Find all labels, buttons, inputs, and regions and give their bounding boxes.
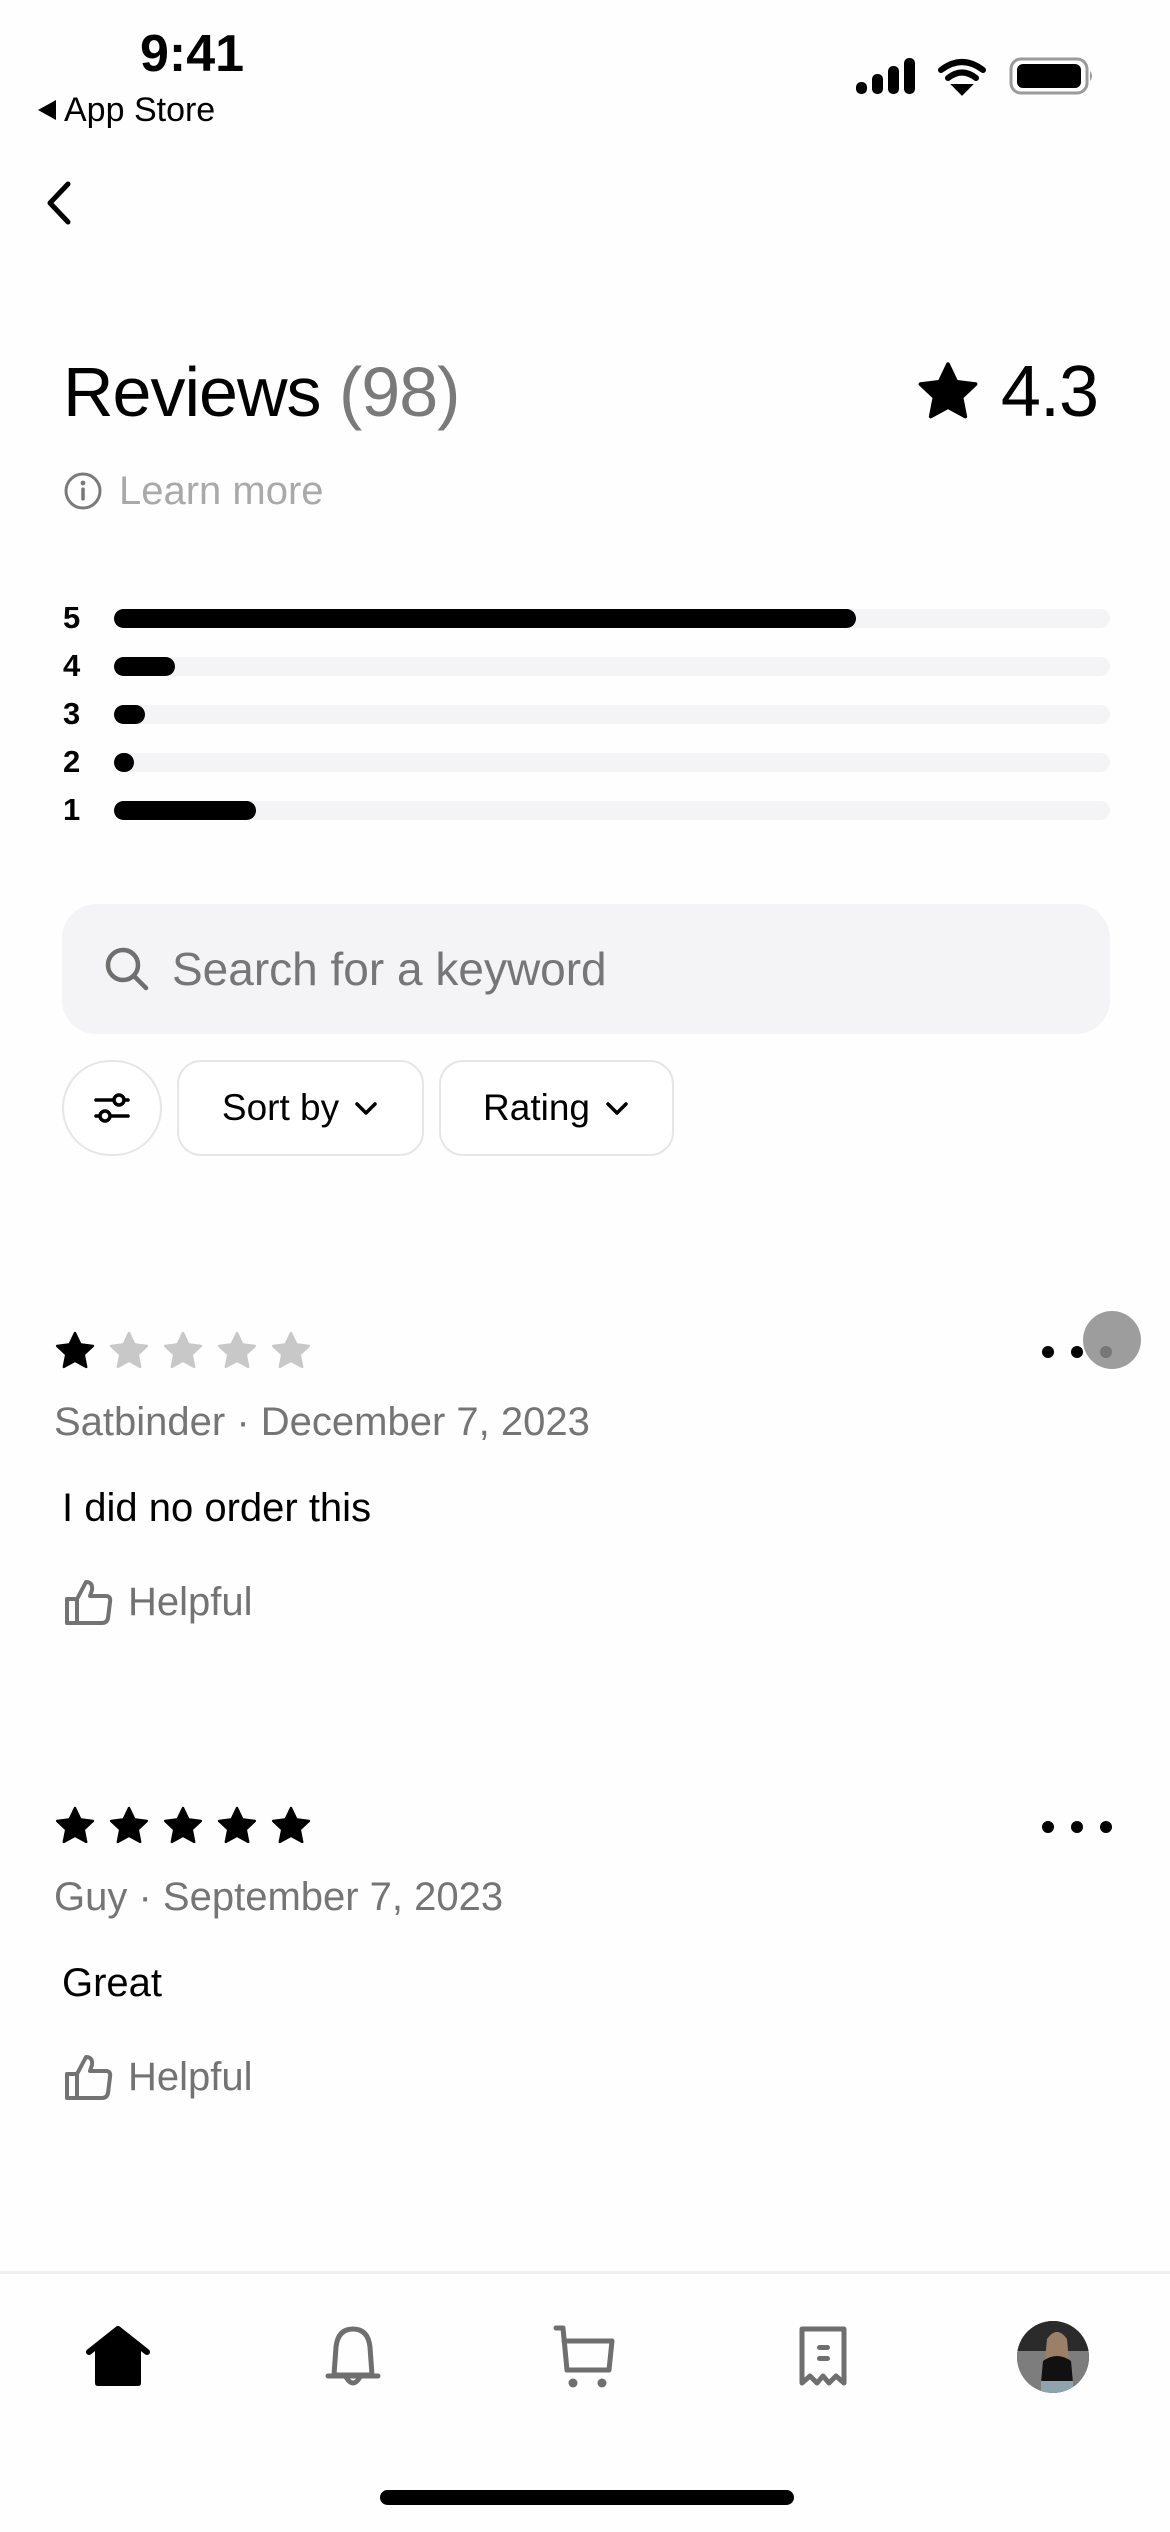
histogram-track [114,752,1110,772]
more-dot [1042,1821,1054,1833]
star-filled-icon [55,1331,95,1369]
sort-by-dropdown[interactable]: Sort by [177,1060,424,1156]
review-stars [54,1805,1114,1847]
home-icon [86,2326,150,2386]
battery-icon [1009,57,1092,95]
average-rating-value: 4.3 [1000,352,1099,432]
tab-cart[interactable] [545,2317,625,2397]
receipt-icon [799,2326,847,2386]
rating-dropdown[interactable]: Rating [439,1060,674,1156]
status-time: 9:41 [140,25,245,83]
tab-orders[interactable] [783,2317,863,2397]
rating-histogram: 5 4 3 2 1 [63,594,1113,834]
histogram-bar [114,800,257,820]
histogram-bar [114,704,145,724]
star-filled-icon [271,1806,311,1844]
reviewer-byline: Guy · September 7, 2023 [54,1875,504,1919]
back-triangle-icon [38,100,56,120]
tab-profile[interactable] [1013,2317,1093,2397]
helpful-button[interactable]: Helpful [64,1578,1114,1626]
more-options-button[interactable] [1042,1807,1112,1847]
status-icons [856,57,1092,96]
sort-by-label: Sort by [221,1087,340,1128]
tab-bar-divider [0,2271,1170,2274]
review-text: Great [62,1961,163,2005]
cellular-signal-icon [856,58,915,94]
search-bar[interactable] [62,904,1110,1034]
histogram-row: 3 [63,690,1113,738]
bell-icon [325,2326,381,2386]
reviewer-byline: Satbinder · December 7, 2023 [54,1400,590,1444]
more-dot [1100,1821,1112,1833]
back-app-label: App Store [64,91,216,129]
touch-indicator [1083,1311,1141,1369]
histogram-label: 1 [63,792,81,827]
star-empty-icon [271,1331,311,1369]
more-dot [1042,1346,1054,1358]
star-filled-icon [217,1806,257,1844]
title-text: Reviews [63,353,322,431]
histogram-row: 1 [63,786,1113,834]
star-filled-icon [163,1806,203,1844]
star-empty-icon [163,1331,203,1369]
histogram-label: 5 [63,600,81,635]
star-empty-icon [217,1331,257,1369]
histogram-label: 3 [63,696,81,731]
rating-filter-label: Rating [483,1087,590,1128]
star-icon [918,362,978,419]
info-icon [64,472,102,510]
back-to-app-store[interactable]: App Store [38,90,215,130]
review-text: I did no order this [62,1486,372,1530]
avatar [1017,2321,1089,2393]
review-item: Guy · September 7, 2023 Great Helpful [54,1805,1114,2101]
learn-more-label: Learn more [119,469,324,513]
home-indicator [380,2490,794,2505]
histogram-bar [114,752,134,772]
thumbs-up-icon [65,2055,113,2100]
histogram-track [114,800,1110,820]
star-filled-icon [109,1806,149,1844]
more-dot [1071,1346,1083,1358]
star-filled-icon [55,1806,95,1844]
filter-button[interactable] [62,1060,162,1156]
page-title: Reviews (98) [63,352,460,432]
helpful-label: Helpful [128,2055,253,2099]
star-empty-icon [109,1331,149,1369]
helpful-button[interactable]: Helpful [64,2053,1114,2101]
histogram-row: 5 [63,594,1113,642]
histogram-label: 4 [63,648,81,683]
tab-home[interactable] [78,2317,158,2397]
sliders-icon [94,1093,130,1123]
more-dot [1071,1821,1083,1833]
review-item: Satbinder · December 7, 2023 I did no or… [54,1311,1141,1626]
wifi-icon [938,59,986,96]
histogram-label: 2 [63,744,81,779]
review-stars [54,1330,1114,1372]
search-input[interactable] [170,941,1074,997]
chevron-left-icon[interactable] [40,178,84,228]
chevron-down-icon [355,1102,377,1115]
helpful-label: Helpful [128,1580,253,1624]
chevron-down-icon [606,1102,628,1115]
review-count: (98) [338,353,460,431]
histogram-track [114,704,1110,724]
average-rating: 4.3 [915,352,1099,432]
histogram-track [114,608,1110,628]
histogram-bar [114,656,175,676]
cart-icon [553,2325,615,2388]
filter-bar: Sort by Rating [62,1060,674,1156]
histogram-row: 4 [63,642,1113,690]
learn-more-link[interactable]: Learn more [63,466,324,516]
histogram-row: 2 [63,738,1113,786]
thumbs-up-icon [65,1580,113,1625]
histogram-bar [114,608,857,628]
histogram-track [114,656,1110,676]
tab-notifications[interactable] [313,2317,393,2397]
avatar-photo [1017,2321,1089,2393]
search-icon [105,947,149,991]
